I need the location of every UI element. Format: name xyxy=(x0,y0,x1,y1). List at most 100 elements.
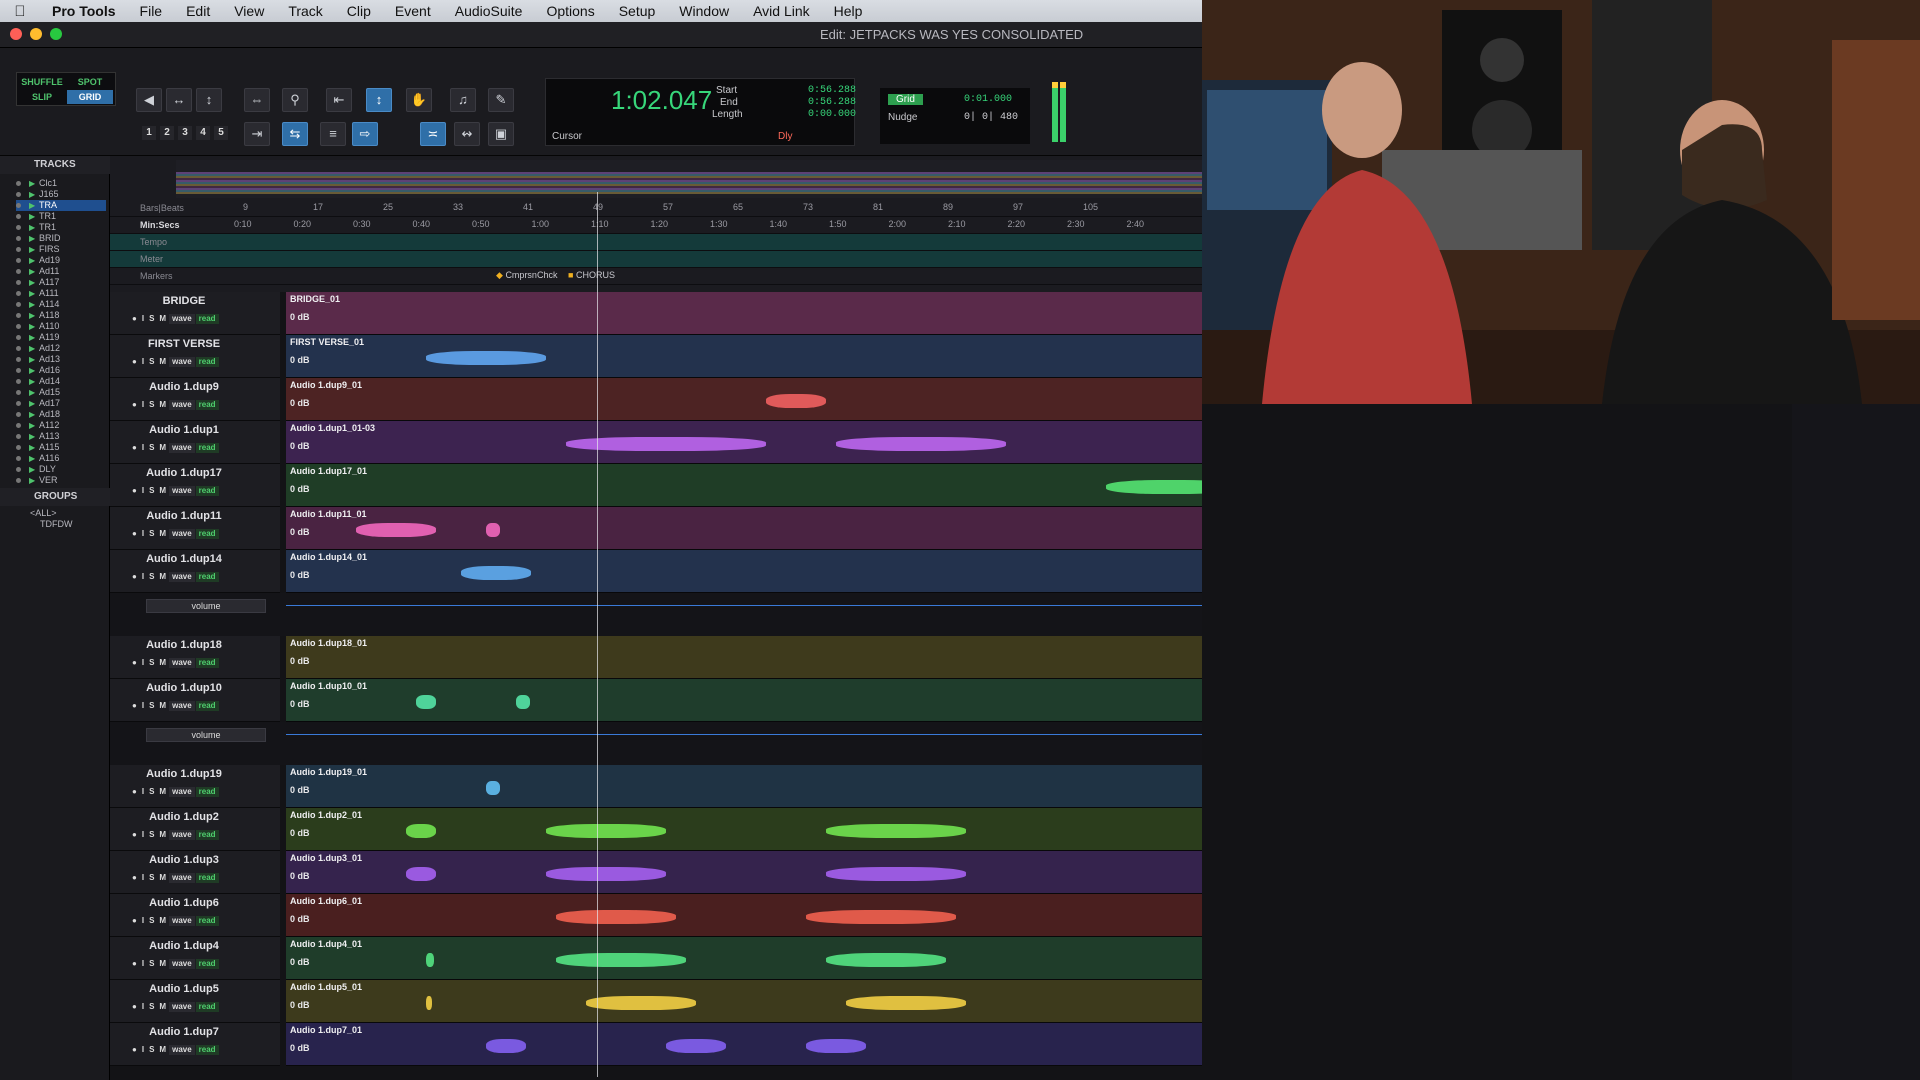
zoom-window-button[interactable] xyxy=(50,28,62,40)
track-visibility-dot[interactable] xyxy=(16,379,21,385)
track-name[interactable]: BRIDGE xyxy=(134,295,234,307)
solo-button[interactable]: S xyxy=(147,959,156,969)
marker-cmprsnchck[interactable]: ◆ CmprsnChck xyxy=(496,270,557,281)
clip-gain[interactable]: 0 dB xyxy=(290,527,310,537)
track-header[interactable]: Audio 1.dup17 ● I S Mwave read xyxy=(110,464,280,507)
clip-gain[interactable]: 0 dB xyxy=(290,828,310,838)
menu-edit[interactable]: Edit xyxy=(174,3,222,19)
track-visibility-dot[interactable] xyxy=(16,313,21,319)
solo-button[interactable]: S xyxy=(147,873,156,883)
clip-gain[interactable]: 0 dB xyxy=(290,355,310,365)
record-enable-button[interactable]: ● xyxy=(130,830,139,840)
track-header[interactable]: Audio 1.dup7 ● I S Mwave read xyxy=(110,1023,280,1066)
track-visibility-dot[interactable] xyxy=(16,225,21,231)
automation-type-selector[interactable]: volume xyxy=(146,728,266,742)
track-view-selector[interactable]: wave xyxy=(169,830,195,840)
grid-toggle[interactable]: Grid xyxy=(888,94,923,105)
menu-file[interactable]: File xyxy=(128,3,175,19)
clip-gain[interactable]: 0 dB xyxy=(290,570,310,580)
tracks-list-item[interactable]: ▶ Ad17 xyxy=(16,398,106,409)
menu-track[interactable]: Track xyxy=(276,3,334,19)
track-view-selector[interactable]: wave xyxy=(169,916,195,926)
zoom-preset-4[interactable]: 4 xyxy=(196,126,210,140)
automation-line[interactable] xyxy=(286,605,1202,606)
tracks-list-item[interactable]: ▶ A112 xyxy=(16,420,106,431)
mute-button[interactable]: M xyxy=(157,658,168,668)
track-view-selector[interactable]: wave xyxy=(169,572,195,582)
solo-button[interactable]: S xyxy=(147,701,156,711)
track-name[interactable]: Audio 1.dup2 xyxy=(134,811,234,823)
clip-gain[interactable]: 0 dB xyxy=(290,398,310,408)
track-view-selector[interactable]: wave xyxy=(169,400,195,410)
tracks-list-item[interactable]: ▶ FIRS xyxy=(16,244,106,255)
track-name[interactable]: FIRST VERSE xyxy=(134,338,234,350)
record-enable-button[interactable]: ● xyxy=(130,1045,139,1055)
track-view-selector[interactable]: wave xyxy=(169,658,195,668)
tab-to-transients-icon[interactable]: ⇥ xyxy=(244,122,270,146)
track-visibility-dot[interactable] xyxy=(16,236,21,242)
meter-ruler[interactable]: Meter xyxy=(110,251,1202,268)
zoom-vertical-icon[interactable]: ↕ xyxy=(196,88,222,112)
track-view-selector[interactable]: wave xyxy=(169,701,195,711)
clip-gain[interactable]: 0 dB xyxy=(290,957,310,967)
track-name[interactable]: Audio 1.dup18 xyxy=(134,639,234,651)
audio-clip[interactable]: BRIDGE_01 0 dB xyxy=(286,292,1202,335)
record-enable-button[interactable]: ● xyxy=(130,701,139,711)
track-visibility-dot[interactable] xyxy=(16,302,21,308)
record-enable-button[interactable]: ● xyxy=(130,529,139,539)
solo-button[interactable]: S xyxy=(147,830,156,840)
tracks-list-item[interactable]: ▶ TR1 xyxy=(16,211,106,222)
shuffle-mode-button[interactable]: SHUFFLE xyxy=(19,75,65,89)
mute-button[interactable]: M xyxy=(157,357,168,367)
track-header[interactable]: Audio 1.dup10 ● I S Mwave read xyxy=(110,679,280,722)
insertion-follows-icon[interactable]: ⇨ xyxy=(352,122,378,146)
tracks-list-item[interactable]: ▶ A114 xyxy=(16,299,106,310)
track-view-selector[interactable]: wave xyxy=(169,443,195,453)
group-item-all[interactable]: <ALL> xyxy=(30,508,120,519)
track-visibility-dot[interactable] xyxy=(16,269,21,275)
automation-mode-selector[interactable]: read xyxy=(195,916,219,926)
zoom-preset-3[interactable]: 3 xyxy=(178,126,192,140)
tracks-list-header[interactable]: TRACKS xyxy=(0,156,110,174)
record-enable-button[interactable]: ● xyxy=(130,357,139,367)
automation-lane[interactable]: volume xyxy=(110,593,1202,636)
clip-gain[interactable]: 0 dB xyxy=(290,441,310,451)
tracks-list-item[interactable]: ▶ Ad16 xyxy=(16,365,106,376)
track-name[interactable]: Audio 1.dup10 xyxy=(134,682,234,694)
automation-mode-selector[interactable]: read xyxy=(195,443,219,453)
audio-clip[interactable]: Audio 1.dup17_01 0 dB xyxy=(286,464,1202,507)
zoom-preset-1[interactable]: 1 xyxy=(142,126,156,140)
track-header[interactable]: Audio 1.dup14 ● I S Mwave read xyxy=(110,550,280,593)
zoom-preset-2[interactable]: 2 xyxy=(160,126,174,140)
tracks-list-item[interactable]: ▶ A116 xyxy=(16,453,106,464)
tracks-list-item[interactable]: ▶ Ad18 xyxy=(16,409,106,420)
mirror-midi-icon[interactable]: ≍ xyxy=(420,122,446,146)
input-monitor-button[interactable]: I xyxy=(140,959,146,969)
automation-mode-selector[interactable]: read xyxy=(195,830,219,840)
track-name[interactable]: Audio 1.dup3 xyxy=(134,854,234,866)
mute-button[interactable]: M xyxy=(157,701,168,711)
record-enable-button[interactable]: ● xyxy=(130,443,139,453)
track-header[interactable]: Audio 1.dup19 ● I S Mwave read xyxy=(110,765,280,808)
menu-setup[interactable]: Setup xyxy=(607,3,668,19)
track-name[interactable]: Audio 1.dup17 xyxy=(134,467,234,479)
clip-gain[interactable]: 0 dB xyxy=(290,312,310,322)
audio-clip[interactable]: Audio 1.dup9_01 0 dB xyxy=(286,378,1202,421)
record-enable-button[interactable]: ● xyxy=(130,400,139,410)
track-header[interactable]: Audio 1.dup2 ● I S Mwave read xyxy=(110,808,280,851)
automation-mode-selector[interactable]: read xyxy=(195,1002,219,1012)
audio-clip[interactable]: Audio 1.dup18_01 0 dB xyxy=(286,636,1202,679)
clip-gain[interactable]: 0 dB xyxy=(290,785,310,795)
mute-button[interactable]: M xyxy=(157,787,168,797)
tracks-list-item[interactable]: ▶ BRID xyxy=(16,233,106,244)
tracks-list-item[interactable]: ▶ VER xyxy=(16,475,106,486)
track-header[interactable]: Audio 1.dup6 ● I S Mwave read xyxy=(110,894,280,937)
mute-button[interactable]: M xyxy=(157,1045,168,1055)
track-visibility-dot[interactable] xyxy=(16,335,21,341)
audio-clip[interactable]: Audio 1.dup14_01 0 dB xyxy=(286,550,1202,593)
slip-mode-button[interactable]: SLIP xyxy=(19,90,65,104)
track-visibility-dot[interactable] xyxy=(16,445,21,451)
track-name[interactable]: Audio 1.dup14 xyxy=(134,553,234,565)
input-monitor-button[interactable]: I xyxy=(140,1045,146,1055)
record-enable-button[interactable]: ● xyxy=(130,959,139,969)
